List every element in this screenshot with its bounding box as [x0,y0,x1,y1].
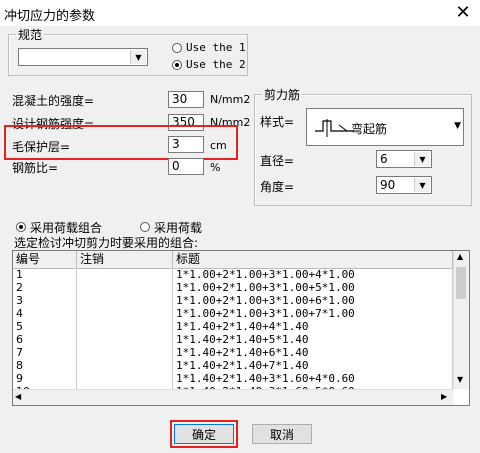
table-row[interactable]: 2 1*1.00+2*1.00+3*1.00+5*1.00 [13,281,453,294]
radio-load[interactable] [140,222,150,232]
label-steel-ratio: 钢筋比= [12,161,59,175]
cell-number: 4 [13,307,77,320]
bent-bar-icon [315,119,353,137]
cell-number: 7 [13,346,77,359]
radio-load-combination[interactable] [16,222,26,232]
chevron-down-icon[interactable]: ▼ [414,178,430,192]
cell-title: 1*1.00+2*1.00+3*1.00+7*1.00 [173,307,453,320]
cell-number: 6 [13,333,77,346]
style-value: 弯起筋 [351,122,388,136]
scroll-down-icon[interactable]: ▼ [457,375,463,384]
label-concrete-strength: 混凝土的强度= [12,94,95,108]
code-select[interactable]: ▼ [18,48,148,66]
cell-cancel [77,320,173,333]
radio-2003-label: Use the 2003 code [186,58,246,71]
cell-title: 1*1.00+2*1.00+3*1.00+5*1.00 [173,281,453,294]
radio-1987[interactable] [172,43,182,53]
cell-title: 1*1.40+2*1.40+4*1.40 [173,320,453,333]
table-row[interactable]: 5 1*1.40+2*1.40+4*1.40 [13,320,453,333]
steel-ratio-field[interactable]: 0 [168,158,204,175]
cancel-button[interactable]: 取消 [252,424,312,444]
cell-title: 1*1.40+2*1.40+3*1.60+4*0.60 [173,372,453,385]
vertical-scrollbar[interactable]: ▲ ▼ [453,251,469,389]
table-row[interactable]: 3 1*1.00+2*1.00+3*1.00+6*1.00 [13,294,453,307]
cell-number: 8 [13,359,77,372]
header-title[interactable]: 标题 [173,251,453,268]
scroll-up-icon[interactable]: ▲ [457,252,463,261]
cell-cancel [77,333,173,346]
chevron-down-icon[interactable]: ▼ [454,121,461,131]
angle-value: 90 [380,178,396,192]
chevron-down-icon[interactable]: ▼ [130,50,146,64]
cell-number: 2 [13,281,77,294]
style-select[interactable]: 弯起筋 ▼ [306,108,464,146]
table-row[interactable]: 9 1*1.40+2*1.40+3*1.60+4*0.60 [13,372,453,385]
cell-number: 3 [13,294,77,307]
cell-cancel [77,281,173,294]
style-label: 样式= [260,115,295,129]
cell-cancel [77,307,173,320]
cell-cancel [77,294,173,307]
concrete-strength-field[interactable]: 30 [168,91,204,108]
scroll-left-icon[interactable]: ◀ [15,392,21,401]
cell-number: 9 [13,372,77,385]
combination-prompt: 选定检讨冲切剪力时要采用的组合: [14,236,199,250]
ok-button[interactable]: 确定 [174,424,234,444]
cell-cancel [77,346,173,359]
diameter-select[interactable]: 6 ▼ [376,150,432,168]
horizontal-scrollbar[interactable]: ◀ ▶ [13,389,453,405]
window-title: 冲切应力的参数 [4,9,96,24]
unit-concrete-strength: N/mm2 [210,93,251,106]
unit-steel-ratio: % [210,161,221,174]
table-row[interactable]: 7 1*1.40+2*1.40+6*1.40 [13,346,453,359]
cell-title: 1*1.40+2*1.40+6*1.40 [173,346,453,359]
angle-label: 角度= [260,180,295,194]
radio-2003[interactable] [172,60,182,70]
label-cover: 毛保护层= [12,140,71,154]
table-header: 编号 注销 标题 [13,251,453,269]
diameter-label: 直径= [260,154,295,168]
table-row[interactable]: 6 1*1.40+2*1.40+5*1.40 [13,333,453,346]
code-group-legend: 规范 [16,26,45,43]
unit-cover: cm [210,139,227,152]
chevron-down-icon[interactable]: ▼ [414,152,430,166]
table-row[interactable]: 8 1*1.40+2*1.40+7*1.40 [13,359,453,372]
cell-cancel [77,359,173,372]
scroll-thumb[interactable] [456,267,466,299]
radio-1987-label: Use the 1987 code [186,41,246,54]
shear-bar-legend: 剪力筋 [262,86,303,103]
scroll-right-icon[interactable]: ▶ [441,392,447,401]
table-row[interactable]: 4 1*1.00+2*1.00+3*1.00+7*1.00 [13,307,453,320]
header-number[interactable]: 编号 [13,251,77,268]
header-cancel[interactable]: 注销 [77,251,173,268]
angle-select[interactable]: 90 ▼ [376,176,432,194]
diameter-value: 6 [380,152,388,166]
cell-number: 5 [13,320,77,333]
cell-cancel [77,372,173,385]
cover-field[interactable]: 3 [168,136,204,153]
cell-number: 1 [13,268,77,281]
close-icon[interactable]: ✕ [450,2,476,24]
cell-cancel [77,268,173,281]
combination-table: 编号 注销 标题 1 1*1.00+2*1.00+3*1.00+4*1.00 2 1*… [12,250,470,406]
cell-title: 1*1.00+2*1.00+3*1.00+6*1.00 [173,294,453,307]
table-row[interactable]: 1 1*1.00+2*1.00+3*1.00+4*1.00 [13,268,453,281]
cell-title: 1*1.00+2*1.00+3*1.00+4*1.00 [173,268,453,281]
cell-title: 1*1.40+2*1.40+7*1.40 [173,359,453,372]
cell-title: 1*1.40+2*1.40+5*1.40 [173,333,453,346]
